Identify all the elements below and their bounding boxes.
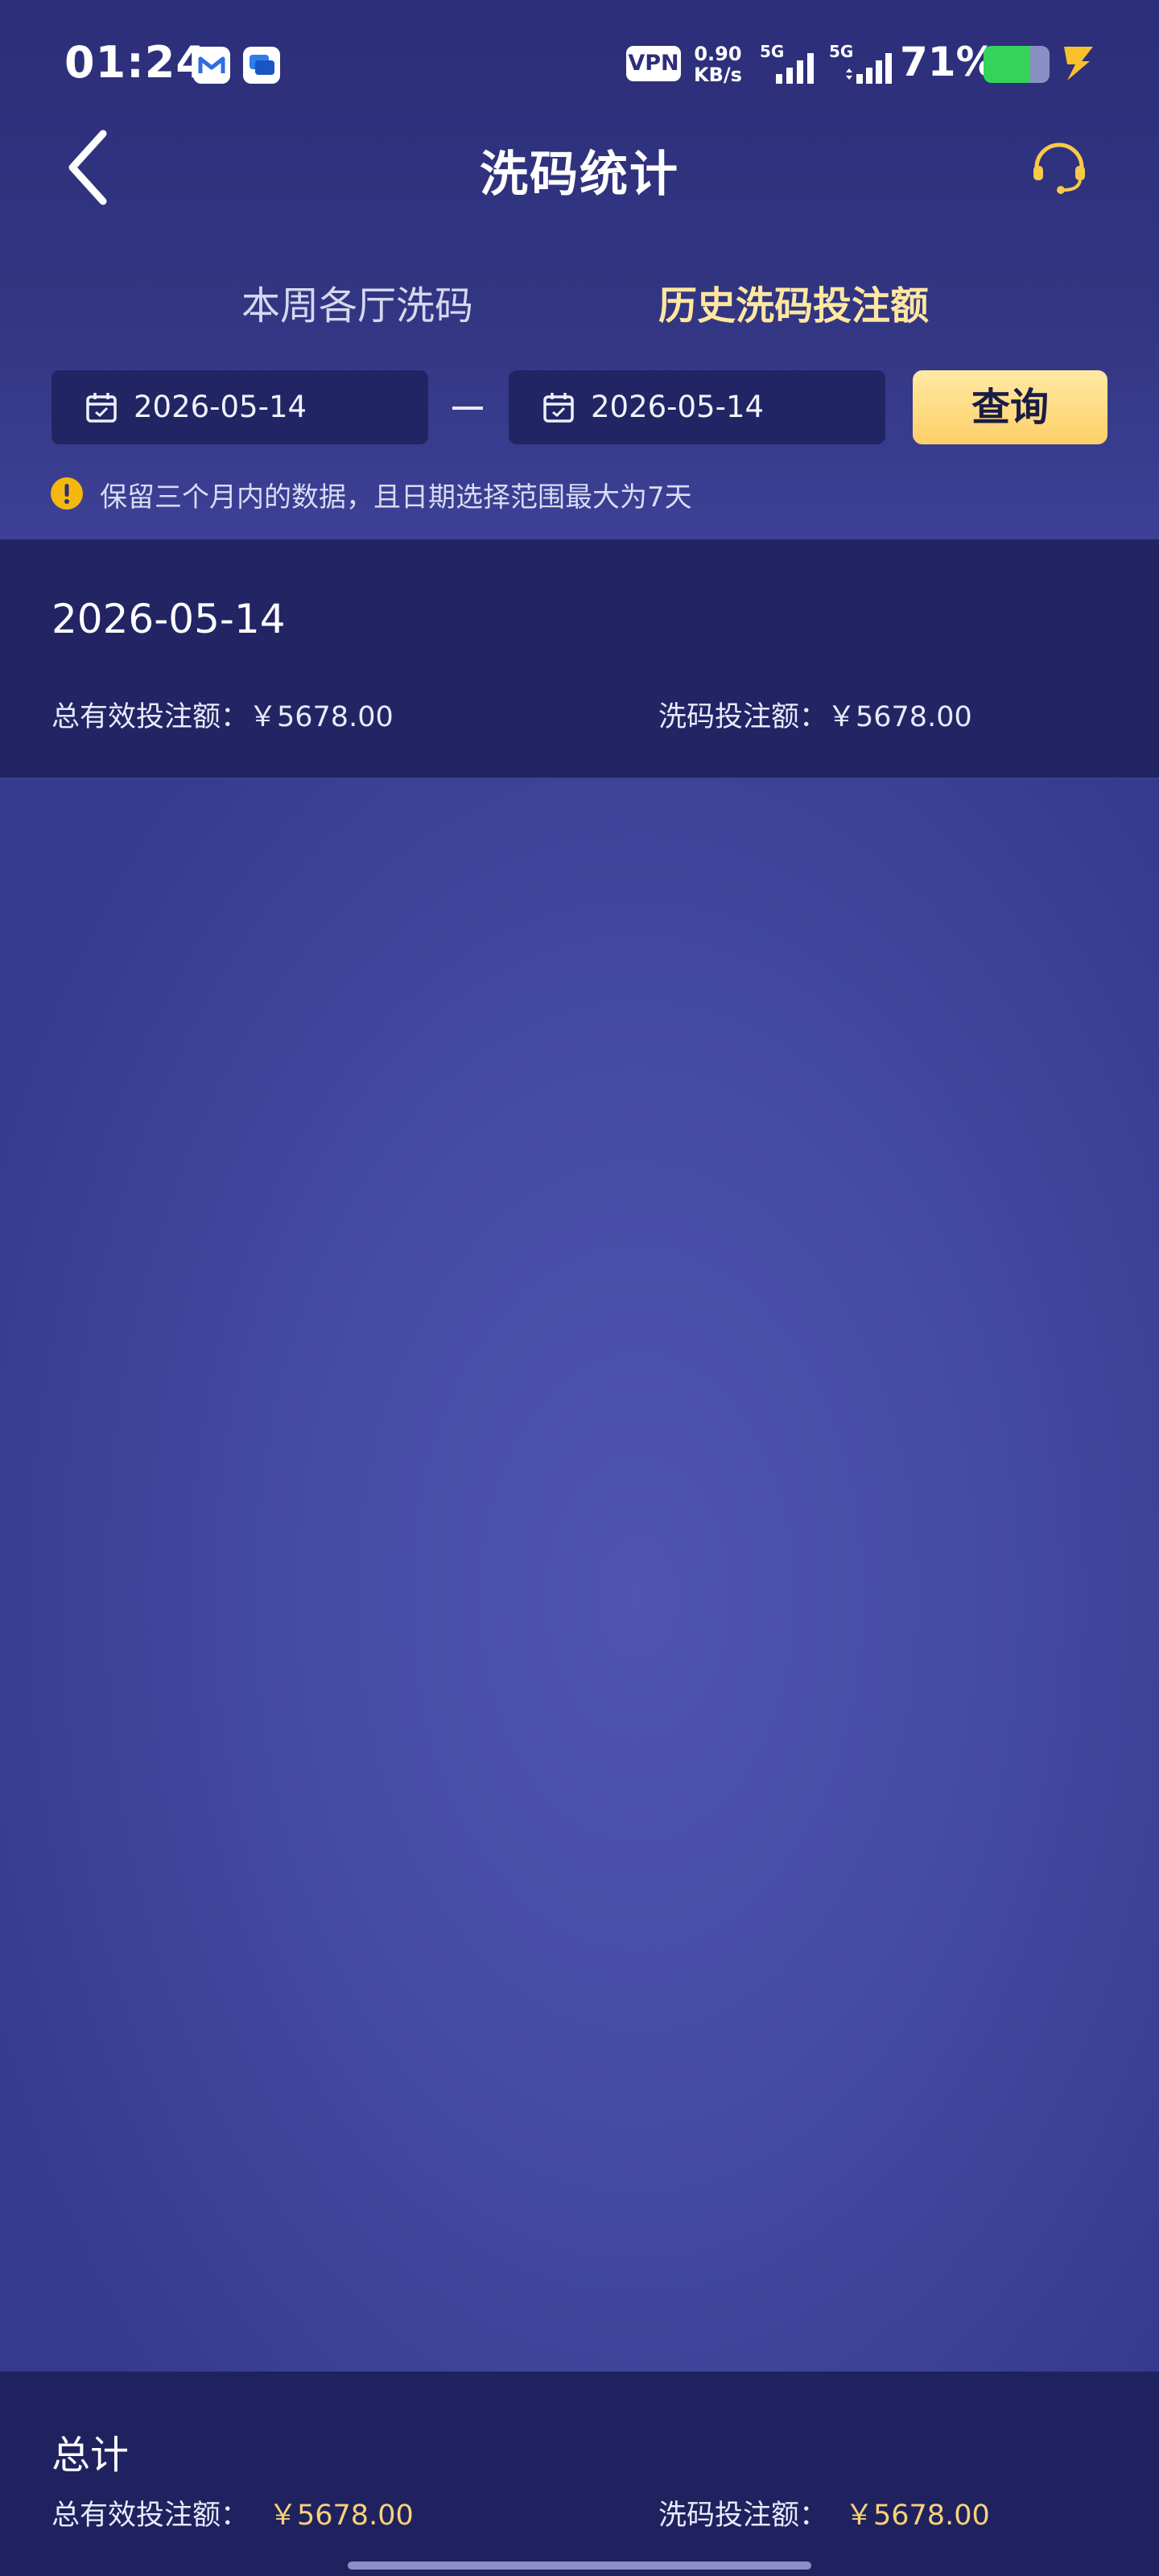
signal-icon: [846, 53, 892, 84]
total-rebate-bet-label: 洗码投注额：: [658, 2500, 828, 2532]
status-time: 01:24: [64, 37, 207, 88]
tab-weekly-rebate[interactable]: 本周各厅洗码: [241, 274, 473, 330]
record-date: 2026-05-14: [52, 596, 286, 642]
total-valid-bet-value: ￥5678.00: [269, 2500, 414, 2532]
battery-percent: 71%: [900, 39, 996, 85]
battery-level-fill: [984, 46, 1031, 83]
end-date-picker[interactable]: 2026-05-14: [509, 370, 885, 444]
start-date-picker[interactable]: 2026-05-14: [52, 370, 428, 444]
speed-unit: KB/s: [694, 64, 742, 86]
battery-icon: [984, 46, 1050, 83]
end-date-value: 2026-05-14: [591, 390, 765, 424]
tab-history-rebate-bet[interactable]: 历史洗码投注额: [658, 274, 929, 330]
home-indicator[interactable]: [348, 2562, 811, 2570]
vpn-badge: VPN: [626, 46, 681, 81]
speed-value: 0.90: [694, 43, 742, 65]
total-label: 总计: [52, 2433, 130, 2478]
calendar-icon: [86, 393, 117, 423]
message-icon: [243, 47, 280, 84]
calendar-icon: [543, 393, 574, 423]
date-range-separator: [452, 407, 483, 410]
record-rebate-bet: 洗码投注额：￥5678.00: [658, 701, 972, 733]
status-bar: 01:24 VPN 0.90 KB/s 5G 5G 71%: [0, 0, 1159, 129]
data-retention-notice: 保留三个月内的数据，且日期选择范围最大为7天: [100, 481, 692, 514]
customer-support-headset-icon[interactable]: [1029, 135, 1090, 196]
network-speed: 0.90 KB/s: [694, 43, 742, 85]
query-button[interactable]: 查询: [913, 370, 1107, 444]
gmail-icon: [193, 47, 230, 84]
signal-icon: [776, 53, 814, 84]
record-total-valid-bet: 总有效投注额：￥5678.00: [52, 701, 394, 733]
total-rebate-bet-value: ￥5678.00: [845, 2500, 990, 2532]
list-item: 2026-05-14 总有效投注额：￥5678.00 洗码投注额：￥5678.0…: [0, 539, 1159, 779]
charging-bolt-icon: [1064, 47, 1093, 80]
total-valid-bet-label: 总有效投注额：: [52, 2500, 250, 2532]
page-title: 洗码统计: [480, 147, 679, 203]
warning-icon: [51, 477, 83, 510]
total-summary: 总计 总有效投注额： ￥5678.00 洗码投注额： ￥5678.00: [0, 2372, 1159, 2576]
start-date-value: 2026-05-14: [134, 390, 307, 424]
